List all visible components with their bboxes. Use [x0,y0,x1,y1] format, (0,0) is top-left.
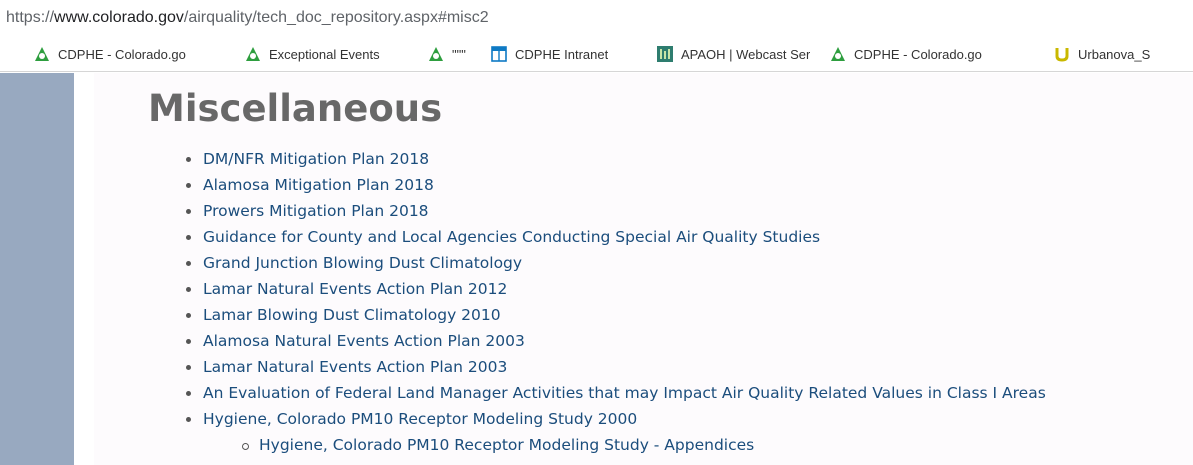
bookmark-urbanova[interactable]: Urbanova_S [1054,36,1193,71]
document-sublink[interactable]: Hygiene, Colorado PM10 Receptor Modeling… [186,432,1046,458]
document-link[interactable]: Hygiene, Colorado PM10 Receptor Modeling… [186,406,1046,432]
bookmark-label: APAOH | Webcast Ser [681,46,811,62]
document-list: DM/NFR Mitigation Plan 2018 Alamosa Miti… [186,146,1046,458]
bookmark-label: """ [452,46,466,62]
bookmark-cdphe-intranet[interactable]: CDPHE Intranet [491,36,641,71]
urbanova-u-icon [1055,48,1069,62]
bookmark-label: Exceptional Events [269,46,380,62]
bookmark-label: Urbanova_S [1078,46,1151,62]
cdphe-triangle-icon [429,47,443,61]
document-link[interactable]: An Evaluation of Federal Land Manager Ac… [186,380,1046,406]
document-link[interactable]: Lamar Natural Events Action Plan 2003 [186,354,1046,380]
section-heading: Miscellaneous [148,87,443,130]
bookmark-quotes[interactable]: """ [428,36,478,71]
main-content: Miscellaneous DM/NFR Mitigation Plan 201… [94,73,1193,465]
bookmark-cdphe-colorado-1[interactable]: CDPHE - Colorado.go [34,36,220,71]
sharepoint-table-icon [491,46,507,62]
bookmark-label: CDPHE - Colorado.go [58,46,186,62]
document-link[interactable]: Prowers Mitigation Plan 2018 [186,198,1046,224]
document-link[interactable]: Lamar Natural Events Action Plan 2012 [186,276,1046,302]
document-link[interactable]: Lamar Blowing Dust Climatology 2010 [186,302,1046,328]
bookmark-truncated[interactable]: r [0,36,16,71]
webcast-icon [657,46,673,62]
web-page: Miscellaneous DM/NFR Mitigation Plan 201… [0,73,1193,465]
bookmark-label: CDPHE Intranet [515,46,609,62]
document-link[interactable]: Grand Junction Blowing Dust Climatology [186,250,1046,276]
document-link[interactable]: DM/NFR Mitigation Plan 2018 [186,146,1046,172]
left-sidebar-strip [0,73,74,465]
document-link[interactable]: Alamosa Natural Events Action Plan 2003 [186,328,1046,354]
document-link[interactable]: Alamosa Mitigation Plan 2018 [186,172,1046,198]
url-text[interactable]: https://www.colorado.gov/airquality/tech… [6,9,489,27]
cdphe-triangle-icon [831,47,845,61]
bookmark-cdphe-colorado-2[interactable]: CDPHE - Colorado.go [830,36,1046,71]
cdphe-triangle-icon [35,47,49,61]
bookmark-label: CDPHE - Colorado.go [854,46,982,62]
bookmark-exceptional-events[interactable]: Exceptional Events [245,36,395,71]
cdphe-triangle-icon [246,47,260,61]
bookmarks-bar: r CDPHE - Colorado.go Exceptional Events… [0,36,1193,72]
bookmark-apaoh-webcast[interactable]: APAOH | Webcast Ser [657,36,815,71]
document-link[interactable]: Guidance for County and Local Agencies C… [186,224,1046,250]
address-bar[interactable]: https://www.colorado.gov/airquality/tech… [0,0,1193,36]
